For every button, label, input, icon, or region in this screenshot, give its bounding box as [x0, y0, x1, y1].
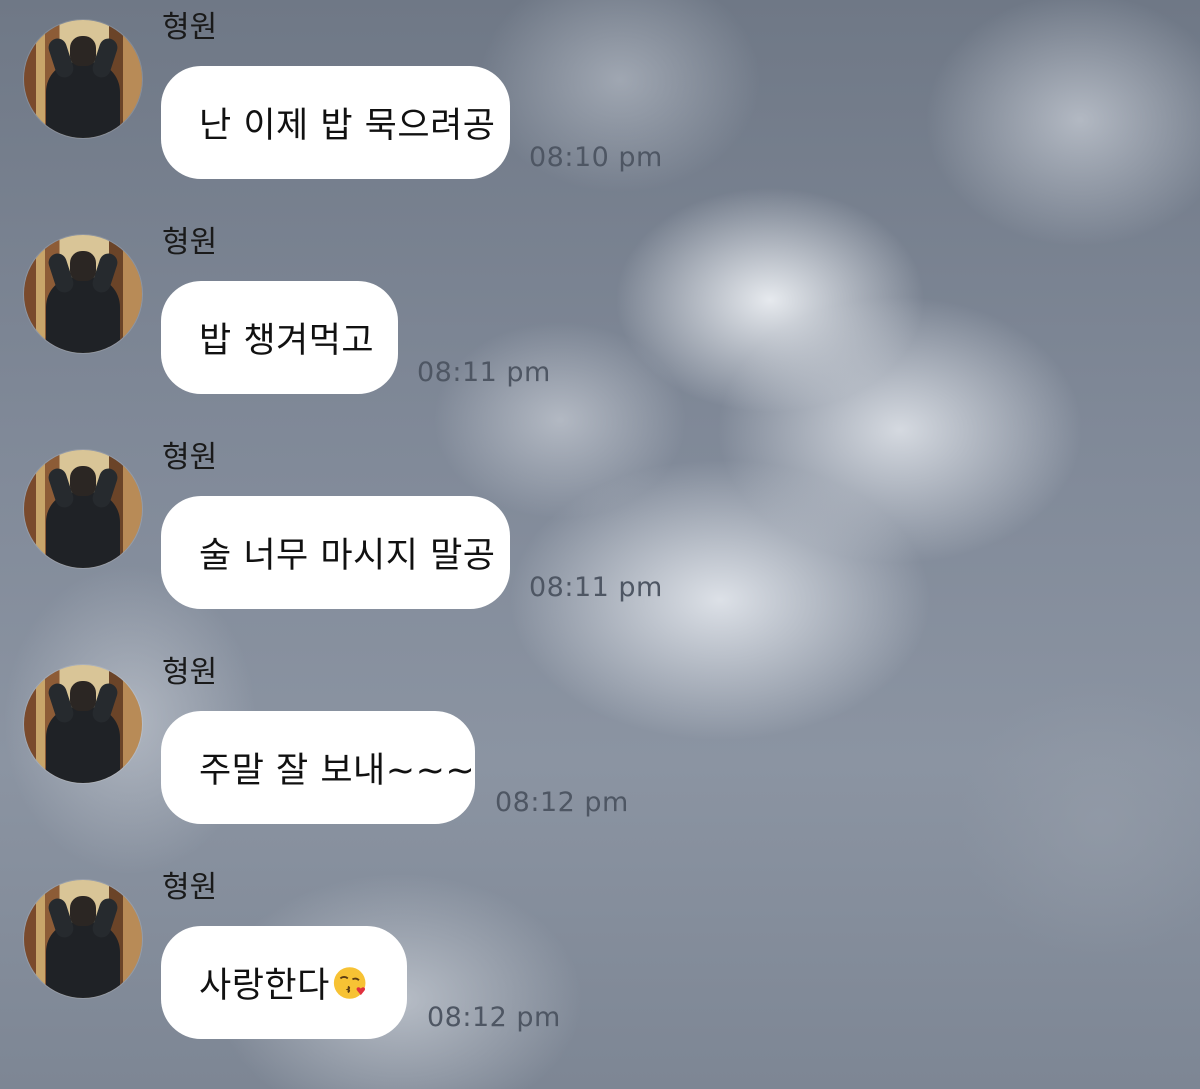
sender-name: 형원: [162, 10, 218, 45]
message-text: 사랑한다: [199, 966, 330, 1006]
sender-name: 형원: [162, 655, 218, 690]
message-bubble[interactable]: 주말 잘 보내~~~: [161, 711, 475, 824]
avatar[interactable]: [24, 665, 142, 783]
avatar[interactable]: [24, 20, 142, 138]
sender-name: 형원: [162, 440, 218, 475]
message-text: 밥 챙겨먹고: [199, 321, 375, 361]
chat-message: 형원 술 너무 마시지 말공 08:11 pm: [0, 430, 1200, 620]
avatar[interactable]: [24, 880, 142, 998]
avatar[interactable]: [24, 235, 142, 353]
message-bubble[interactable]: 술 너무 마시지 말공: [161, 496, 510, 609]
sender-name: 형원: [162, 225, 218, 260]
message-timestamp: 08:11 pm: [417, 357, 551, 388]
message-timestamp: 08:12 pm: [427, 1002, 561, 1033]
message-timestamp: 08:11 pm: [529, 572, 663, 603]
chat-message: 형원 주말 잘 보내~~~ 08:12 pm: [0, 645, 1200, 835]
message-timestamp: 08:10 pm: [529, 142, 663, 173]
avatar[interactable]: [24, 450, 142, 568]
message-text: 술 너무 마시지 말공: [199, 536, 496, 576]
face-blowing-kiss-icon: [333, 966, 366, 999]
chat-message: 형원 사랑한다 08:12 pm: [0, 860, 1200, 1050]
message-bubble[interactable]: 난 이제 밥 묵으려공: [161, 66, 510, 179]
chat-message: 형원 난 이제 밥 묵으려공 08:10 pm: [0, 0, 1200, 190]
message-bubble[interactable]: 밥 챙겨먹고: [161, 281, 398, 394]
chat-view: 형원 난 이제 밥 묵으려공 08:10 pm 형원 밥 챙겨먹고 08:11 …: [0, 0, 1200, 1089]
chat-message: 형원 밥 챙겨먹고 08:11 pm: [0, 215, 1200, 405]
message-timestamp: 08:12 pm: [495, 787, 629, 818]
sender-name: 형원: [162, 870, 218, 905]
message-text: 난 이제 밥 묵으려공: [199, 106, 496, 146]
message-bubble[interactable]: 사랑한다: [161, 926, 407, 1039]
message-text: 주말 잘 보내~~~: [199, 751, 476, 791]
